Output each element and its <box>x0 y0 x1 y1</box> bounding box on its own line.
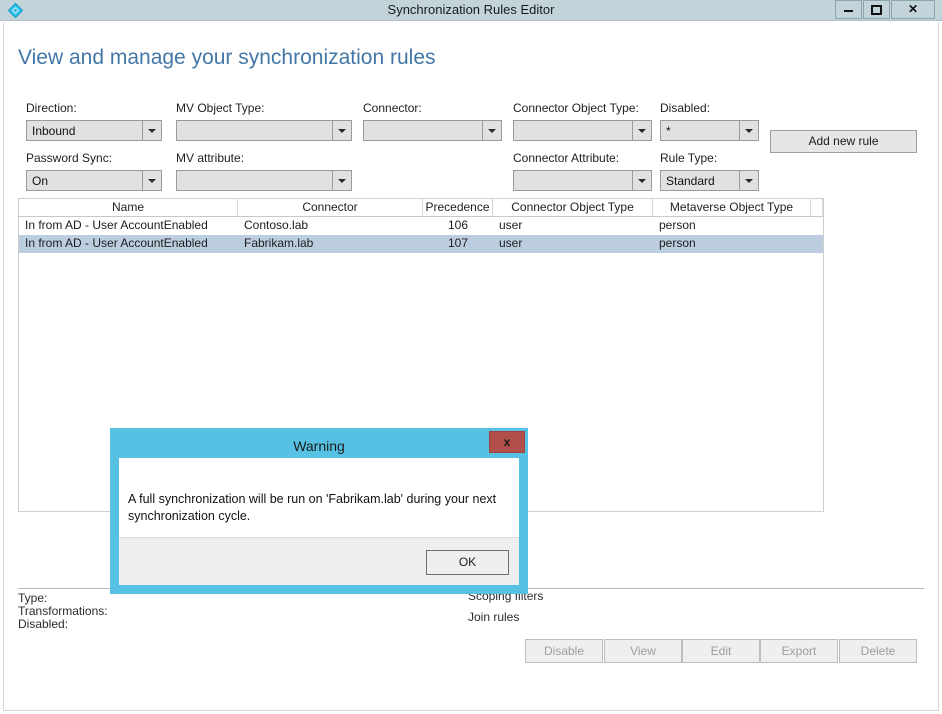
dialog-ok-button[interactable]: OK <box>426 550 509 575</box>
table-cell-metaverse-object-type: person <box>659 236 696 250</box>
chevron-down-icon[interactable] <box>332 171 351 190</box>
table-cell-connector-object-type: user <box>499 236 523 250</box>
table-cell-precedence: 107 <box>447 236 469 250</box>
connector-object-type-label: Connector Object Type: <box>513 101 639 115</box>
chevron-down-icon[interactable] <box>142 121 161 140</box>
chevron-down-icon[interactable] <box>482 121 501 140</box>
edit-button[interactable]: Edit <box>682 639 760 663</box>
chevron-down-icon[interactable] <box>632 171 651 190</box>
page-title: View and manage your synchronization rul… <box>18 46 436 69</box>
mv-object-type-select[interactable] <box>176 120 352 141</box>
table-column-header[interactable]: Metaverse Object Type <box>653 199 811 216</box>
connector-attribute-select[interactable] <box>513 170 652 191</box>
mv-attribute-select[interactable] <box>176 170 352 191</box>
rule-type-select[interactable]: Standard <box>660 170 759 191</box>
table-cell-connector-object-type: user <box>499 218 523 232</box>
table-cell-name: In from AD - User AccountEnabled <box>25 218 208 232</box>
window-title-bar: Synchronization Rules Editor ✕ <box>0 0 942 21</box>
chevron-down-icon[interactable] <box>142 171 161 190</box>
rule-type-value: Standard <box>666 174 715 188</box>
table-column-header[interactable]: Name <box>19 199 238 216</box>
application-window: Synchronization Rules Editor ✕ View and … <box>0 0 942 714</box>
table-row[interactable]: In from AD - User AccountEnabled Contoso.… <box>19 217 823 235</box>
close-icon: ✕ <box>907 2 919 16</box>
table-column-header[interactable]: Precedence <box>423 199 493 216</box>
mv-object-type-label: MV Object Type: <box>176 101 265 115</box>
table-body[interactable]: In from AD - User AccountEnabled Contoso.… <box>19 217 823 253</box>
detail-disabled-label: Disabled: <box>18 617 69 631</box>
connector-select[interactable] <box>363 120 502 141</box>
disabled-filter-value: * <box>666 124 671 138</box>
password-sync-label: Password Sync: <box>26 151 113 165</box>
password-sync-select[interactable]: On <box>26 170 162 191</box>
disabled-filter-label: Disabled: <box>660 101 711 115</box>
table-column-header[interactable]: Connector <box>238 199 423 216</box>
dialog-body: A full synchronization will be run on 'F… <box>119 458 519 537</box>
table-cell-connector: Fabrikam.lab <box>244 236 314 250</box>
connector-object-type-select[interactable] <box>513 120 652 141</box>
rule-type-label: Rule Type: <box>660 151 718 165</box>
table-column-header[interactable]: Connector Object Type <box>493 199 653 216</box>
add-new-rule-button[interactable]: Add new rule <box>770 130 917 153</box>
direction-select[interactable]: Inbound <box>26 120 162 141</box>
table-cell-name: In from AD - User AccountEnabled <box>25 236 208 250</box>
detail-transformations-label: Transformations: <box>18 604 108 618</box>
dialog-footer: OK <box>119 537 519 585</box>
join-rules-label: Join rules <box>468 610 520 624</box>
table-cell-precedence: 106 <box>447 218 469 232</box>
export-button[interactable]: Export <box>760 639 838 663</box>
delete-button[interactable]: Delete <box>839 639 917 663</box>
direction-label: Direction: <box>26 101 77 115</box>
connector-attribute-label: Connector Attribute: <box>513 151 620 165</box>
table-cell-connector: Contoso.lab <box>244 218 309 232</box>
chevron-down-icon[interactable] <box>739 121 758 140</box>
disabled-filter-select[interactable]: * <box>660 120 759 141</box>
dialog-title: Warning <box>293 438 345 454</box>
disable-button[interactable]: Disable <box>525 639 603 663</box>
warning-dialog: Warning x A full synchronization will be… <box>110 428 528 594</box>
dialog-title-bar: Warning <box>119 437 519 458</box>
chevron-down-icon[interactable] <box>739 171 758 190</box>
chevron-down-icon[interactable] <box>332 121 351 140</box>
maximize-button[interactable] <box>863 0 890 19</box>
mv-attribute-label: MV attribute: <box>176 151 245 165</box>
window-title: Synchronization Rules Editor <box>387 2 555 17</box>
dialog-close-button[interactable]: x <box>489 431 525 453</box>
dialog-message: A full synchronization will be run on 'F… <box>128 492 497 523</box>
connector-label: Connector: <box>363 101 422 115</box>
view-button[interactable]: View <box>604 639 682 663</box>
table-row[interactable]: In from AD - User AccountEnabled Fabrikam… <box>19 235 823 253</box>
direction-value: Inbound <box>32 124 76 138</box>
detail-type-label: Type: <box>18 591 48 605</box>
table-column-header[interactable] <box>811 199 823 216</box>
chevron-down-icon[interactable] <box>632 121 651 140</box>
table-cell-metaverse-object-type: person <box>659 218 696 232</box>
password-sync-value: On <box>32 174 49 188</box>
close-button[interactable]: ✕ <box>891 0 935 19</box>
minimize-button[interactable] <box>835 0 862 19</box>
table-header-row: Name Connector Precedence Connector Object … <box>19 199 823 217</box>
